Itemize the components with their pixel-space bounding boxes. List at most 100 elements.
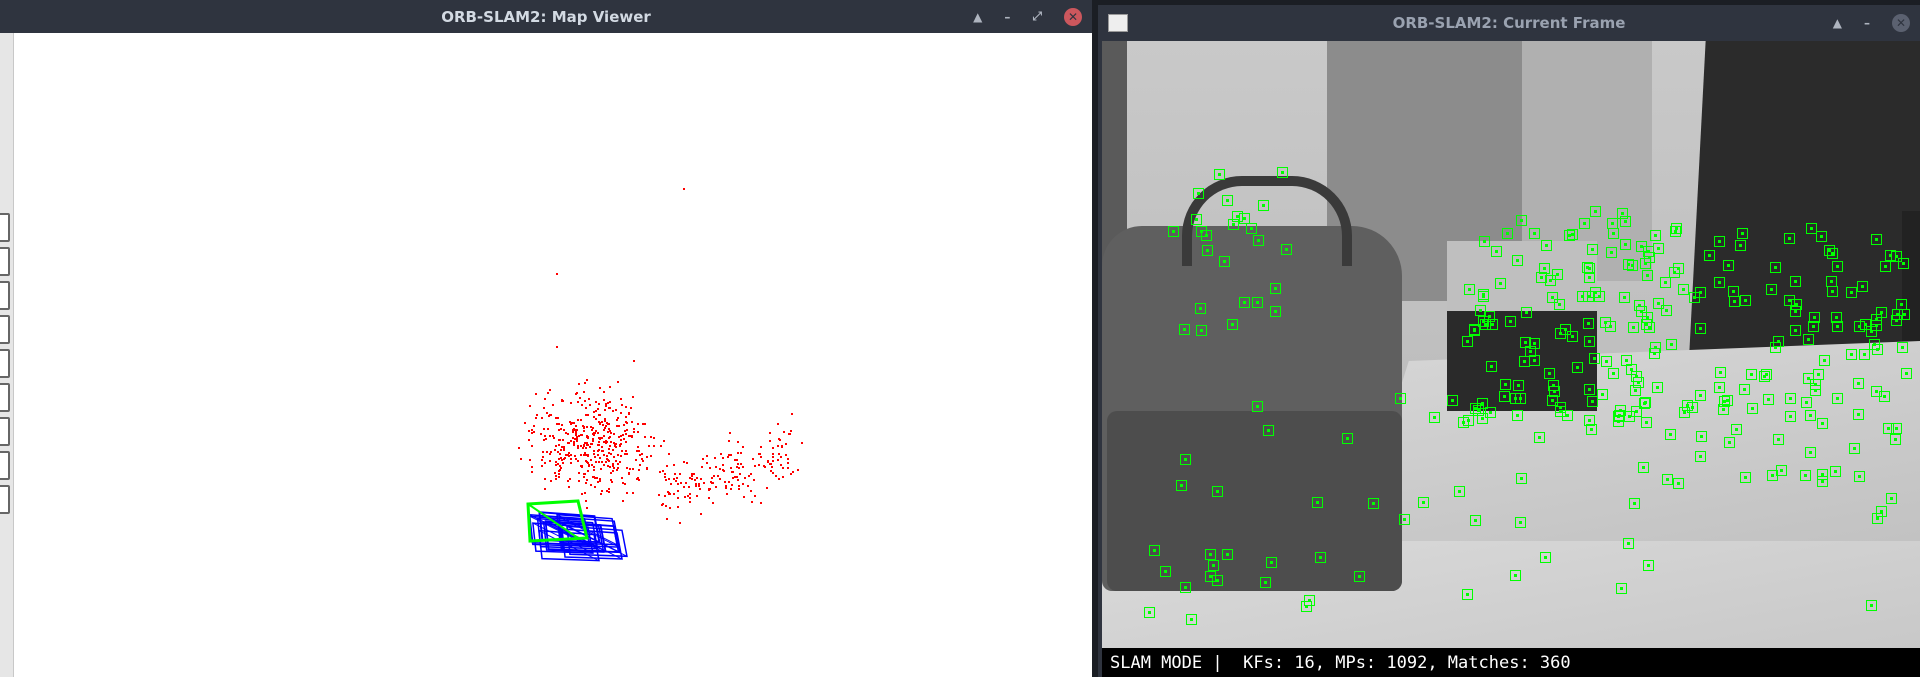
orb-keypoint (1804, 409, 1816, 421)
menu-checkbox[interactable] (0, 451, 10, 480)
map-point (693, 473, 696, 476)
menu-checkbox[interactable] (0, 315, 10, 344)
map-point (565, 432, 568, 435)
menu-checkbox[interactable] (0, 485, 10, 514)
map-point (630, 434, 633, 437)
map-point (775, 475, 778, 478)
map-point (600, 420, 603, 423)
map-point (576, 392, 579, 395)
orb-keypoint (1594, 291, 1606, 303)
orb-keypoint (1747, 403, 1759, 415)
orb-keypoint (1515, 392, 1527, 404)
map-point (621, 449, 624, 452)
shade-button[interactable]: ▲ (973, 10, 982, 24)
map-point (722, 456, 725, 459)
map-point (706, 455, 709, 458)
orb-keypoint (1472, 405, 1484, 417)
shade-button[interactable]: ▲ (1833, 16, 1842, 30)
map-point (724, 487, 727, 490)
map-point (636, 431, 639, 434)
map-3d-canvas[interactable] (0, 33, 1092, 677)
orb-keypoint (1276, 167, 1288, 179)
orb-keypoint (1428, 411, 1440, 423)
map-point (636, 476, 639, 479)
map-point (683, 188, 685, 190)
map-point (776, 423, 779, 426)
map-point (596, 454, 599, 457)
menu-checkbox[interactable] (0, 213, 10, 242)
orb-keypoint (1728, 285, 1740, 297)
map-point (580, 419, 583, 422)
map-point (639, 463, 642, 466)
map-point (577, 400, 580, 403)
map-point (708, 496, 711, 499)
map-point (625, 453, 628, 456)
minimize-button[interactable]: – (1004, 10, 1010, 24)
map-point (544, 488, 547, 491)
orb-keypoint (1790, 299, 1802, 311)
map-point (751, 457, 754, 460)
map-point (585, 435, 588, 438)
orb-keypoint (1789, 324, 1801, 336)
orb-keypoint (1665, 338, 1677, 350)
orb-keypoint (1785, 410, 1797, 422)
map-point (583, 399, 586, 402)
map-point (569, 439, 572, 442)
map-point (611, 448, 614, 451)
orb-keypoint (1453, 486, 1465, 498)
map-point (544, 477, 547, 480)
map-point (593, 456, 596, 459)
map-point (758, 464, 761, 467)
orb-keypoint (1824, 244, 1836, 256)
orb-keypoint (1871, 234, 1883, 246)
menu-checkbox[interactable] (0, 281, 10, 310)
map-point (583, 390, 586, 393)
orb-keypoint (1192, 188, 1204, 200)
map-point (650, 455, 653, 458)
maximize-button[interactable]: ⤢ (1032, 9, 1042, 24)
map-point (578, 471, 581, 474)
map-point (759, 456, 762, 459)
orb-keypoint (1260, 576, 1272, 588)
map-point (546, 412, 548, 415)
pangolin-menu-panel[interactable] (0, 33, 14, 677)
map-point (560, 466, 563, 469)
map-point (727, 480, 730, 483)
orb-keypoint (1832, 392, 1844, 404)
orb-keypoint (1585, 423, 1597, 435)
map-point (672, 463, 675, 466)
orb-keypoint (1618, 291, 1630, 303)
map-point (722, 470, 725, 473)
map-point (747, 475, 750, 478)
close-button[interactable]: ✕ (1892, 13, 1910, 32)
map-point (535, 417, 538, 420)
map-point (589, 442, 592, 445)
map-point (736, 459, 739, 462)
close-button[interactable]: ✕ (1064, 7, 1082, 26)
map-point (633, 431, 636, 434)
orb-keypoint (1518, 356, 1530, 368)
orb-keypoint (1144, 606, 1156, 618)
orb-keypoint (1813, 368, 1825, 380)
map-point (623, 424, 626, 427)
map-point (616, 453, 619, 456)
minimize-button[interactable]: – (1864, 16, 1870, 30)
orb-keypoint (1280, 243, 1292, 255)
window-title: ORB-SLAM2: Current Frame (1392, 13, 1626, 32)
orb-keypoint (1447, 394, 1459, 406)
map-point (558, 470, 561, 473)
menu-checkbox[interactable] (0, 247, 10, 276)
map-point (620, 398, 623, 401)
map-point (771, 471, 774, 474)
orb-keypoint (1521, 307, 1533, 319)
menu-checkbox[interactable] (0, 349, 10, 378)
menu-checkbox[interactable] (0, 383, 10, 412)
map-point (768, 431, 771, 434)
current-frame-titlebar[interactable]: ORB-SLAM2: Current Frame ▲ – ✕ (1098, 5, 1920, 40)
map-viewer-titlebar[interactable]: ORB-SLAM2: Map Viewer ▲ – ⤢ ✕ (0, 0, 1092, 33)
orb-keypoint (1463, 414, 1475, 426)
map-point (543, 461, 546, 464)
orb-keypoint (1265, 556, 1277, 568)
menu-checkbox[interactable] (0, 417, 10, 446)
orb-keypoint (1714, 366, 1726, 378)
